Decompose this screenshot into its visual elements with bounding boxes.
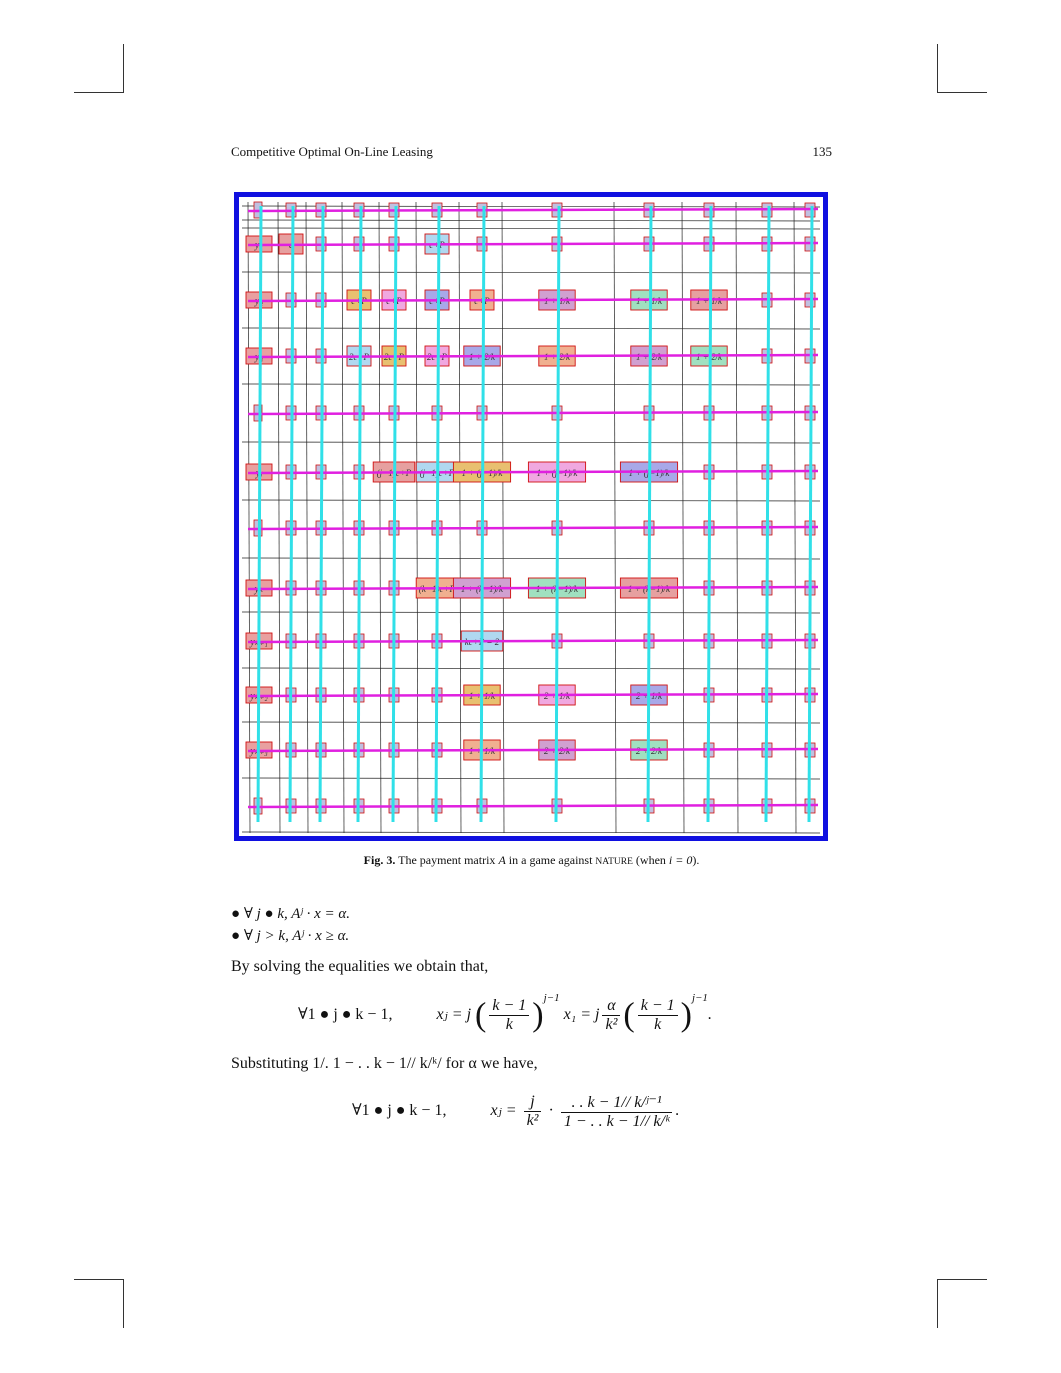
grid-line (613, 201, 617, 834)
fraction-denominator: k² (526, 1112, 539, 1129)
bullet-item: ● ∀ j > k, Aʲ · x ≥ α. (231, 926, 349, 945)
bullet-text: ∀ j > k, Aʲ · x ≥ α. (243, 928, 350, 944)
equation-term: xⱼ = (490, 1102, 517, 1120)
crop-mark (74, 92, 124, 93)
row-line (247, 297, 819, 303)
equation-end: . (707, 1006, 712, 1023)
grid-line (241, 831, 821, 834)
paren-open: ( (475, 996, 487, 1034)
grid-line (793, 201, 797, 834)
caption-text: The payment matrix (398, 853, 496, 867)
row-line (247, 410, 819, 416)
grid-line (415, 201, 419, 834)
grid-line (241, 721, 821, 724)
equation-1: ∀1 ● j ● k − 1, xⱼ = j (k − 1 k)j−1 x₁ = … (298, 992, 712, 1034)
exponent: j−1 (543, 992, 560, 1004)
grid-line (241, 667, 821, 670)
crop-mark (123, 44, 124, 92)
grid-line (241, 219, 821, 222)
grid-line (501, 201, 505, 834)
fraction-numerator: α (602, 997, 621, 1016)
equation-term: x₁ = j (563, 1006, 600, 1023)
page-number: 135 (812, 144, 833, 159)
bullet-item: ● ∀ j ● k, Aʲ · x = α. (231, 904, 350, 923)
fraction-denominator: k (505, 1015, 513, 1033)
grid-line (241, 227, 821, 230)
bullet-marker: ● (231, 906, 241, 922)
fraction: k − 1k (489, 997, 530, 1034)
crop-mark (937, 1280, 938, 1328)
grid-line (241, 327, 821, 330)
paren-close: ) (532, 996, 544, 1034)
grid-line (241, 777, 821, 780)
caption-symbol: A (498, 853, 506, 867)
fraction: k − 1k (637, 997, 678, 1034)
row-line (247, 241, 819, 247)
fraction-denominator: k (654, 1015, 662, 1033)
row-line (247, 803, 819, 809)
row-line (247, 692, 819, 698)
equation-lhs: ∀1 ● j ● k − 1, (298, 1006, 393, 1023)
figure-caption: Fig. 3. The payment matrix A in a game a… (231, 853, 832, 868)
payment-matrix-svg: cc+Pc+Pc+Pc+Pc+P1 + 1/k1 + 1/k1 + 1/k2c+… (234, 192, 828, 841)
crop-mark (123, 1280, 124, 1328)
crop-mark (74, 1279, 124, 1280)
paragraph: By solving the equalities we obtain that… (231, 958, 489, 975)
fraction-numerator: k − 1 (489, 997, 530, 1016)
row-line (247, 525, 819, 531)
fraction-numerator: k − 1 (637, 997, 678, 1016)
crop-mark (937, 1279, 987, 1280)
row-line (247, 469, 819, 475)
grid-line (241, 441, 821, 444)
equation-term: xⱼ = j (436, 1006, 472, 1023)
caption-text: ). (692, 853, 700, 867)
caption-condition: i = 0 (668, 853, 693, 867)
dot-operator: · (548, 1102, 554, 1120)
grid-line (241, 611, 821, 614)
fraction-denominator: k² (605, 1015, 618, 1033)
grid-line (735, 201, 739, 834)
grid-line (681, 201, 685, 834)
grid-line (458, 201, 462, 834)
fraction: . . k − 1// k/ʲ⁻¹ 1 − . . k − 1// k/ᵏ (560, 1092, 673, 1131)
grid-line (378, 201, 382, 834)
paren-close: ) (680, 996, 692, 1034)
equation-2: ∀1 ● j ● k − 1, xⱼ = j k² · . . k − 1// k… (352, 1092, 679, 1131)
grid-line (305, 201, 309, 834)
caption-text: (when (635, 853, 666, 867)
grid-line (241, 499, 821, 502)
row-line (247, 353, 819, 359)
paragraph: Substituting 1/. 1 − . . k − 1// k/ᵏ/ fo… (231, 1055, 538, 1072)
row-line (247, 585, 819, 591)
fraction-denominator: 1 − . . k − 1// k/ᵏ (563, 1113, 670, 1130)
equation-end: . (675, 1102, 680, 1120)
grid-line (241, 383, 821, 386)
fraction-numerator: j (523, 1093, 542, 1112)
fraction-numerator: . . k − 1// k/ʲ⁻¹ (560, 1092, 673, 1113)
caption-nature: NATURE (595, 857, 633, 867)
payment-matrix-figure: cc+Pc+Pc+Pc+Pc+P1 + 1/k1 + 1/k1 + 1/k2c+… (234, 192, 828, 841)
caption-label: Fig. 3. (363, 853, 396, 867)
fraction: j k² (523, 1093, 542, 1130)
row-line (247, 638, 819, 644)
grid-line (277, 201, 281, 834)
grid-line (241, 271, 821, 274)
crop-mark (937, 44, 938, 92)
exponent: j−1 (691, 992, 708, 1004)
caption-text: in a game against (508, 853, 593, 867)
grid-line (241, 557, 821, 560)
equation-lhs: ∀1 ● j ● k − 1, (352, 1102, 447, 1120)
running-title: Competitive Optimal On-Line Leasing (231, 144, 433, 159)
grid-line (241, 205, 821, 208)
fraction: α k² (602, 997, 621, 1034)
row-line (247, 207, 819, 213)
bullet-text: ∀ j ● k, Aʲ · x = α. (243, 906, 351, 922)
bullet-marker: ● (231, 928, 241, 944)
paren-open: ( (623, 996, 635, 1034)
crop-mark (937, 92, 987, 93)
row-line (247, 747, 819, 753)
grid-line (341, 201, 345, 834)
